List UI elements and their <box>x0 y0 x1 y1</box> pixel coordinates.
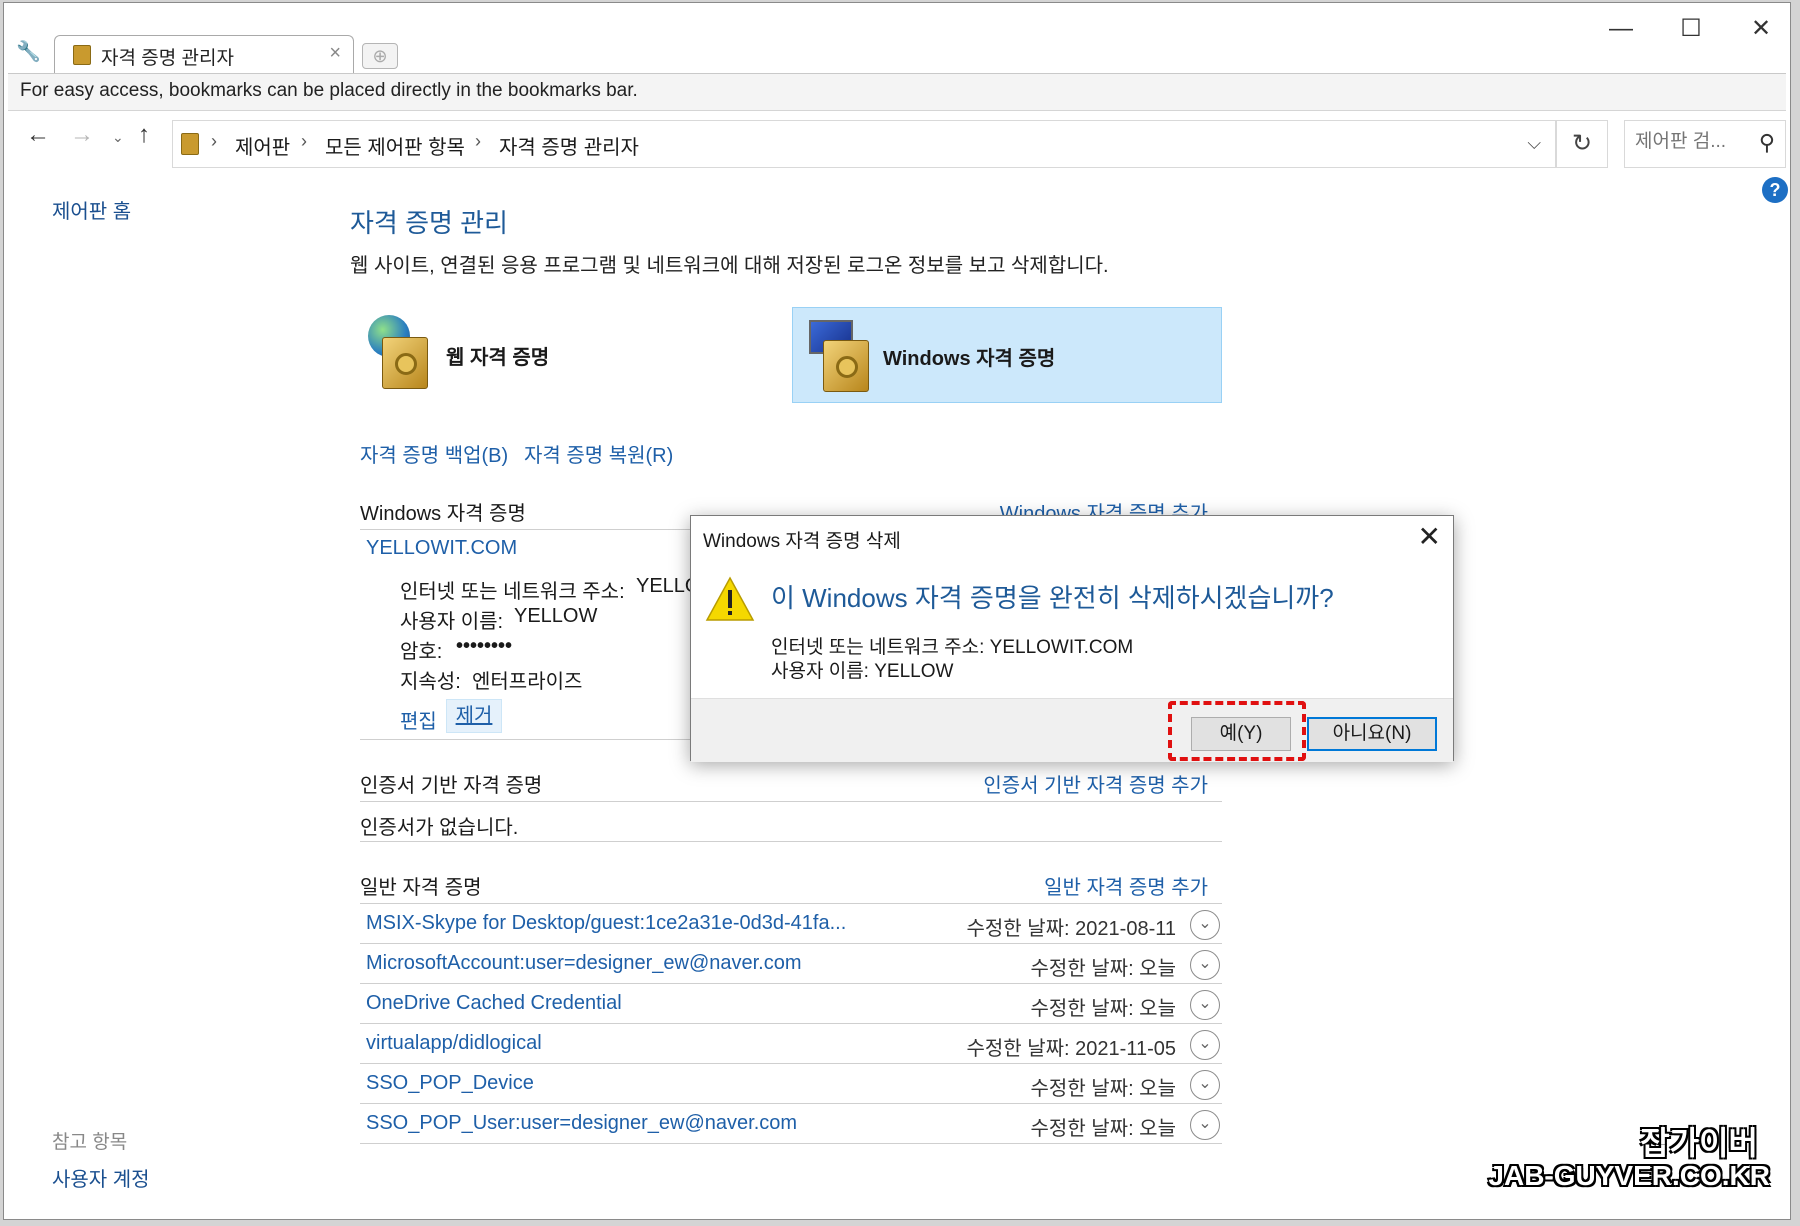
address-bar[interactable]: › 제어판 › 모든 제어판 항목 › 자격 증명 관리자 ⌵ <box>172 120 1556 168</box>
detail-user-value: YELLOW <box>514 605 598 627</box>
detail-password-label: 암호: <box>400 641 443 663</box>
generic-credentials-heading: 일반 자격 증명 <box>360 877 482 899</box>
credential-modified: 수정한 날짜: 오늘 <box>1030 1078 1176 1100</box>
refresh-button[interactable]: ↻ <box>1556 120 1608 168</box>
credential-modified: 수정한 날짜: 2021-08-11 <box>966 918 1177 940</box>
watermark-url: JAB-GUYVER.CO.KR <box>1488 1160 1770 1191</box>
windows-vault-icon <box>809 318 881 394</box>
dialog-title: Windows 자격 증명 삭제 <box>703 531 901 552</box>
restore-credentials-link[interactable]: 자격 증명 복원(R) <box>524 439 673 468</box>
close-window-button[interactable]: ✕ <box>1736 11 1786 47</box>
search-icon[interactable]: ⚲ <box>1759 130 1775 156</box>
up-arrow-icon[interactable]: ↑ <box>138 121 150 149</box>
recent-locations-chevron-icon[interactable]: ⌄ <box>112 129 124 146</box>
windows-credentials-heading: Windows 자격 증명 <box>360 503 526 525</box>
remove-credential-link[interactable]: 제거 <box>446 699 502 733</box>
tab-credential-manager[interactable]: 자격 증명 관리자 × <box>54 35 354 73</box>
wrench-icon[interactable]: 🔧 <box>16 39 41 63</box>
detail-user-label: 사용자 이름: <box>400 611 504 633</box>
windows-credentials-label: Windows 자격 증명 <box>883 348 1056 370</box>
back-arrow-icon[interactable]: ← <box>26 121 50 149</box>
tab-strip: 🔧 자격 증명 관리자 × ⊕ — ☐ ✕ <box>4 3 1790 73</box>
bookmark-bar: For easy access, bookmarks can be placed… <box>8 73 1786 111</box>
edit-credential-link[interactable]: 편집 <box>400 705 437 734</box>
control-panel-icon <box>181 133 199 155</box>
breadcrumb-separator: › <box>211 131 217 151</box>
generic-credential-row[interactable]: OneDrive Cached Credential 수정한 날짜: 오늘 ⌄ <box>360 984 1222 1024</box>
credential-name: virtualapp/didlogical <box>366 1032 542 1054</box>
generic-credential-row[interactable]: SSO_POP_Device 수정한 날짜: 오늘 ⌄ <box>360 1064 1222 1104</box>
detail-address-label: 인터넷 또는 네트워크 주소: <box>400 581 625 603</box>
breadcrumb-all-items[interactable]: 모든 제어판 항목 <box>325 131 465 160</box>
divider <box>360 801 1222 802</box>
minimize-button[interactable]: — <box>1596 11 1646 47</box>
dialog-detail-user: 사용자 이름: YELLOW <box>771 661 954 682</box>
credential-modified: 수정한 날짜: 2021-11-05 <box>966 1038 1177 1060</box>
credential-name: MSIX-Skype for Desktop/guest:1ce2a31e-0d… <box>366 912 847 934</box>
maximize-button[interactable]: ☐ <box>1666 11 1716 47</box>
help-icon[interactable]: ? <box>1762 177 1788 203</box>
web-vault-icon <box>368 315 440 391</box>
credential-modified: 수정한 날짜: 오늘 <box>1030 1118 1176 1140</box>
no-certificates-text: 인증서가 없습니다. <box>360 817 519 839</box>
breadcrumb-control-panel[interactable]: 제어판 <box>235 131 290 160</box>
control-panel-home-link[interactable]: 제어판 홈 <box>52 195 131 224</box>
dialog-close-icon[interactable]: ✕ <box>1418 520 1441 553</box>
credential-modified: 수정한 날짜: 오늘 <box>1030 998 1176 1020</box>
expand-chevron-icon[interactable]: ⌄ <box>1190 1110 1220 1140</box>
credential-name: SSO_POP_User:user=designer_ew@naver.com <box>366 1112 798 1134</box>
detail-persistence-label: 지속성: <box>400 671 461 693</box>
dialog-footer: 예(Y) 아니요(N) <box>691 698 1453 762</box>
address-dropdown-chevron-icon[interactable]: ⌵ <box>1527 133 1541 154</box>
add-certificate-credential-link[interactable]: 인증서 기반 자격 증명 추가 <box>983 769 1208 798</box>
certificate-credentials-heading: 인증서 기반 자격 증명 <box>360 775 543 797</box>
web-credentials-tile[interactable]: 웹 자격 증명 <box>358 307 748 401</box>
see-also-heading: 참고 항목 <box>52 1132 128 1153</box>
warning-icon <box>705 576 755 621</box>
breadcrumb-credential-manager[interactable]: 자격 증명 관리자 <box>499 131 639 160</box>
search-box[interactable]: ⚲ <box>1624 120 1786 168</box>
generic-credential-row[interactable]: MSIX-Skype for Desktop/guest:1ce2a31e-0d… <box>360 904 1222 944</box>
page-title: 자격 증명 관리 <box>350 208 508 238</box>
generic-credential-row[interactable]: virtualapp/didlogical 수정한 날짜: 2021-11-05… <box>360 1024 1222 1064</box>
watermark-title: 잡가이버 <box>1640 1125 1758 1161</box>
web-credentials-label: 웹 자격 증명 <box>446 347 550 369</box>
detail-persistence-value: 엔터프라이즈 <box>472 671 583 693</box>
backup-credentials-link[interactable]: 자격 증명 백업(B) <box>360 439 508 468</box>
delete-credential-dialog: Windows 자격 증명 삭제 ✕ 이 Windows 자격 증명을 완전히 … <box>690 515 1454 762</box>
credential-name: SSO_POP_Device <box>366 1072 534 1094</box>
page-description: 웹 사이트, 연결된 응용 프로그램 및 네트워크에 대해 저장된 로그온 정보… <box>350 255 1109 277</box>
generic-credential-row[interactable]: MicrosoftAccount:user=designer_ew@naver.… <box>360 944 1222 984</box>
tab-close-icon[interactable]: × <box>329 42 341 65</box>
yes-button-highlight <box>1168 701 1306 761</box>
add-generic-credential-link[interactable]: 일반 자격 증명 추가 <box>1044 871 1208 900</box>
expand-chevron-icon[interactable]: ⌄ <box>1190 1070 1220 1100</box>
generic-credential-row[interactable]: SSO_POP_User:user=designer_ew@naver.com … <box>360 1104 1222 1144</box>
bookmark-bar-hint: For easy access, bookmarks can be placed… <box>20 80 638 101</box>
expand-chevron-icon[interactable]: ⌄ <box>1190 950 1220 980</box>
expand-chevron-icon[interactable]: ⌄ <box>1190 910 1220 940</box>
address-row: ← → ⌄ ↑ › 제어판 › 모든 제어판 항목 › 자격 증명 관리자 ⌵ … <box>4 111 1790 168</box>
credential-modified: 수정한 날짜: 오늘 <box>1030 958 1176 980</box>
vault-icon <box>73 45 91 65</box>
dialog-question: 이 Windows 자격 증명을 완전히 삭제하시겠습니까? <box>771 583 1334 613</box>
breadcrumb-separator: › <box>301 131 307 151</box>
user-accounts-link[interactable]: 사용자 계정 <box>52 1163 150 1192</box>
credential-entry-name[interactable]: YELLOWIT.COM <box>366 537 517 560</box>
breadcrumb-separator: › <box>475 131 481 151</box>
search-input[interactable] <box>1635 131 1745 153</box>
divider <box>360 841 1222 842</box>
detail-password-value: •••••••• <box>456 635 513 657</box>
expand-chevron-icon[interactable]: ⌄ <box>1190 1030 1220 1060</box>
expand-chevron-icon[interactable]: ⌄ <box>1190 990 1220 1020</box>
tab-title: 자격 증명 관리자 <box>101 48 234 69</box>
dialog-detail-address: 인터넷 또는 네트워크 주소: YELLOWIT.COM <box>771 637 1134 658</box>
credential-name: OneDrive Cached Credential <box>366 992 622 1014</box>
forward-arrow-icon[interactable]: → <box>70 121 94 149</box>
explorer-window: 🔧 자격 증명 관리자 × ⊕ — ☐ ✕ For easy access, b… <box>3 2 1791 1220</box>
credential-name: MicrosoftAccount:user=designer_ew@naver.… <box>366 952 802 974</box>
windows-credentials-tile[interactable]: Windows 자격 증명 <box>792 307 1222 403</box>
new-tab-button[interactable]: ⊕ <box>362 43 398 69</box>
no-button[interactable]: 아니요(N) <box>1307 717 1437 751</box>
